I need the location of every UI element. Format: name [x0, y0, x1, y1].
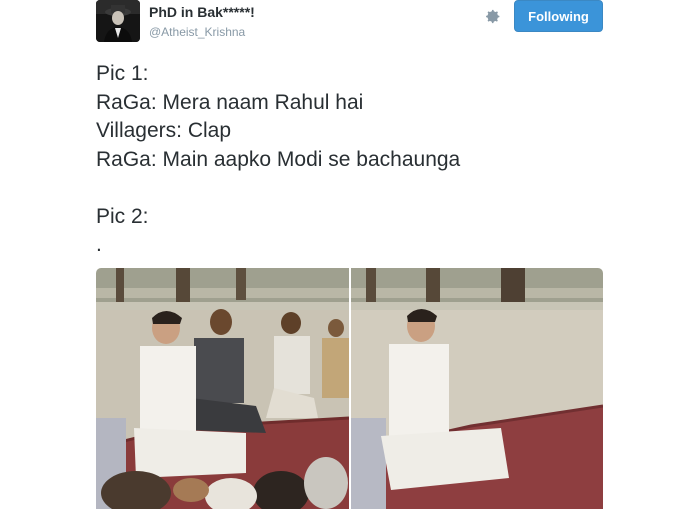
tweet-line	[96, 174, 616, 203]
tweet-line: RaGa: Main aapko Modi se bachaunga	[96, 147, 461, 171]
avatar[interactable]	[96, 0, 140, 42]
gear-icon[interactable]	[483, 7, 503, 27]
display-name[interactable]: PhD in Bak*****!	[149, 4, 255, 20]
following-button[interactable]: Following	[514, 0, 603, 32]
tweet-line: Villagers: Clap	[96, 119, 232, 142]
tweet-media[interactable]	[96, 268, 603, 509]
tweet-text: Pic 1: RaGa: Mera naam Rahul hai Village…	[96, 60, 616, 260]
tweet-line: .	[96, 233, 102, 256]
photo-1[interactable]	[96, 268, 350, 509]
tweet-line: Pic 2:	[96, 204, 149, 228]
photo-2[interactable]	[350, 268, 603, 509]
tweet-line: Pic 1:	[96, 62, 149, 85]
tweet-line: RaGa: Mera naam Rahul hai	[96, 90, 364, 114]
user-handle[interactable]: @Atheist_Krishna	[149, 25, 245, 39]
